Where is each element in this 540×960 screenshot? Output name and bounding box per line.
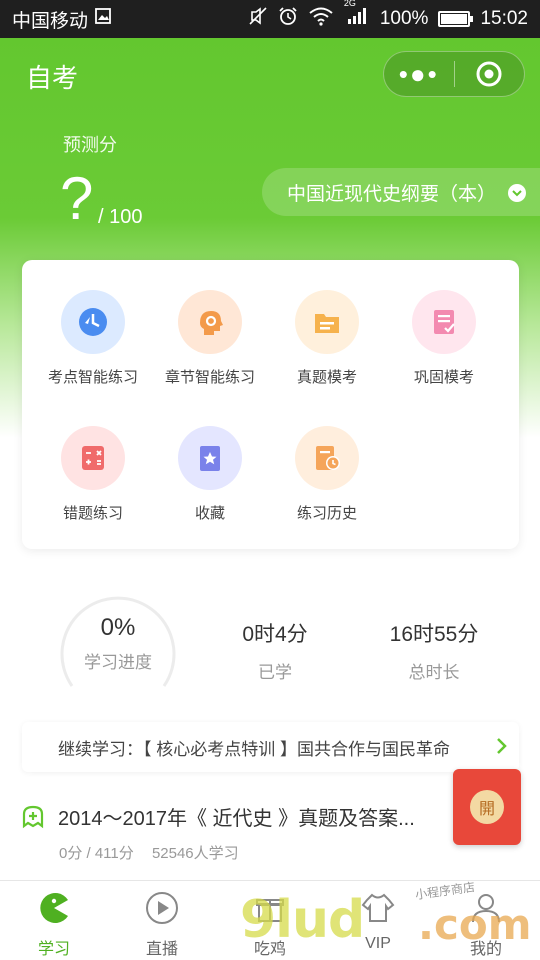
feature-label: 收藏 bbox=[194, 505, 225, 522]
feature-label: 真题模考 bbox=[296, 369, 357, 386]
chevron-right-icon bbox=[495, 736, 509, 761]
network-type-label: 2G bbox=[343, 0, 356, 8]
progress-label: 学习进度 bbox=[84, 653, 152, 672]
mute-icon bbox=[248, 6, 268, 32]
tab-vip[interactable]: VIP bbox=[324, 881, 432, 960]
feature-past-exams[interactable]: 真题模考 bbox=[268, 290, 386, 387]
gift-icon bbox=[216, 891, 324, 925]
total-time-label: 总时长 bbox=[408, 663, 460, 682]
feature-label: 错题练习 bbox=[62, 505, 123, 522]
studied-time-stat: 0时4分 已学 bbox=[205, 618, 345, 683]
pacman-icon bbox=[0, 891, 108, 925]
tab-live[interactable]: 直播 bbox=[108, 881, 216, 960]
folder-icon bbox=[295, 290, 359, 354]
page-title: 自考 bbox=[26, 63, 79, 93]
tab-label: VIP bbox=[365, 935, 391, 952]
brain-gear-icon bbox=[178, 290, 242, 354]
checklist-icon bbox=[412, 290, 476, 354]
clock-time: 15:02 bbox=[480, 8, 528, 29]
progress-value: 0% bbox=[100, 614, 136, 641]
total-time-stat: 16时55分 总时长 bbox=[364, 618, 504, 683]
tab-mine[interactable]: 我的 bbox=[432, 881, 540, 960]
feature-label: 章节智能练习 bbox=[164, 369, 255, 386]
prediction-total: / 100 bbox=[98, 206, 143, 228]
feature-card: 考点智能练习 章节智能练习 真题模考 巩固模考 错题练习 收藏 练习历史 bbox=[22, 260, 519, 549]
history-clock-icon bbox=[295, 426, 359, 490]
subject-name: 中国近现代史纲要（本） bbox=[287, 183, 497, 205]
prediction-label: 预测分 bbox=[63, 135, 117, 155]
course-score: 0分 / 411分 bbox=[59, 845, 134, 862]
feature-chapter-practice[interactable]: 章节智能练习 bbox=[151, 290, 269, 387]
feature-wrong-questions[interactable]: 错题练习 bbox=[34, 426, 152, 523]
red-envelope-label: 開 bbox=[470, 790, 504, 824]
star-book-icon bbox=[178, 426, 242, 490]
tab-label: 直播 bbox=[145, 941, 178, 958]
signal-icon: 2G bbox=[344, 0, 370, 32]
calculator-icon bbox=[61, 426, 125, 490]
feature-favorites[interactable]: 收藏 bbox=[151, 426, 269, 523]
lightning-clock-icon bbox=[61, 290, 125, 354]
feature-keypoint-practice[interactable]: 考点智能练习 bbox=[34, 290, 152, 387]
tab-study[interactable]: 学习 bbox=[0, 881, 108, 960]
wifi-icon bbox=[308, 6, 334, 32]
chevron-down-icon bbox=[508, 184, 526, 202]
tab-label: 学习 bbox=[37, 941, 70, 958]
red-envelope-button[interactable]: 開 bbox=[453, 769, 521, 845]
feature-label: 巩固模考 bbox=[413, 369, 474, 386]
battery-icon bbox=[438, 11, 474, 27]
studied-time-value: 0时4分 bbox=[242, 623, 308, 646]
target-icon[interactable] bbox=[455, 60, 525, 88]
tab-label: 吃鸡 bbox=[253, 941, 286, 958]
image-notification-icon bbox=[94, 7, 112, 31]
battery-percent: 100% bbox=[379, 8, 429, 29]
user-icon bbox=[432, 891, 540, 925]
status-bar: 中国移动 2G 100% 15:02 bbox=[0, 0, 540, 38]
alarm-icon bbox=[278, 6, 298, 32]
course-learners: 52546人学习 bbox=[151, 845, 239, 862]
carrier-label: 中国移动 bbox=[12, 10, 89, 32]
play-circle-icon bbox=[108, 891, 216, 925]
tab-chicken[interactable]: 吃鸡 bbox=[216, 881, 324, 960]
studied-time-label: 已学 bbox=[258, 663, 292, 682]
total-time-value: 16时55分 bbox=[389, 623, 479, 646]
mini-program-capsule: •●• bbox=[383, 51, 525, 97]
feature-label: 练习历史 bbox=[296, 505, 357, 522]
continue-learning-bar[interactable]: 继续学习：【 核心必考点特训 】国共合作与国民革命 bbox=[22, 722, 519, 772]
course-plus-icon bbox=[20, 804, 46, 835]
feature-practice-history[interactable]: 练习历史 bbox=[268, 426, 386, 523]
prediction-value: ? bbox=[60, 165, 94, 232]
course-title[interactable]: 2014～2017年《 近代史 》真题及答案... bbox=[58, 802, 438, 831]
continue-learning-text: 继续学习：【 核心必考点特训 】国共合作与国民革命 bbox=[58, 739, 450, 759]
subject-selector[interactable]: 中国近现代史纲要（本） bbox=[262, 168, 540, 216]
shirt-icon bbox=[324, 891, 432, 925]
course-meta: 0分 / 411分 52546人学习 bbox=[59, 842, 253, 863]
more-dots-icon[interactable]: •●• bbox=[384, 51, 454, 97]
feature-label: 考点智能练习 bbox=[47, 369, 138, 386]
tab-label: 我的 bbox=[469, 941, 502, 958]
bottom-tab-bar: 学习 直播 吃鸡 VIP 我的 bbox=[0, 880, 540, 960]
feature-review-exams[interactable]: 巩固模考 bbox=[385, 290, 503, 387]
